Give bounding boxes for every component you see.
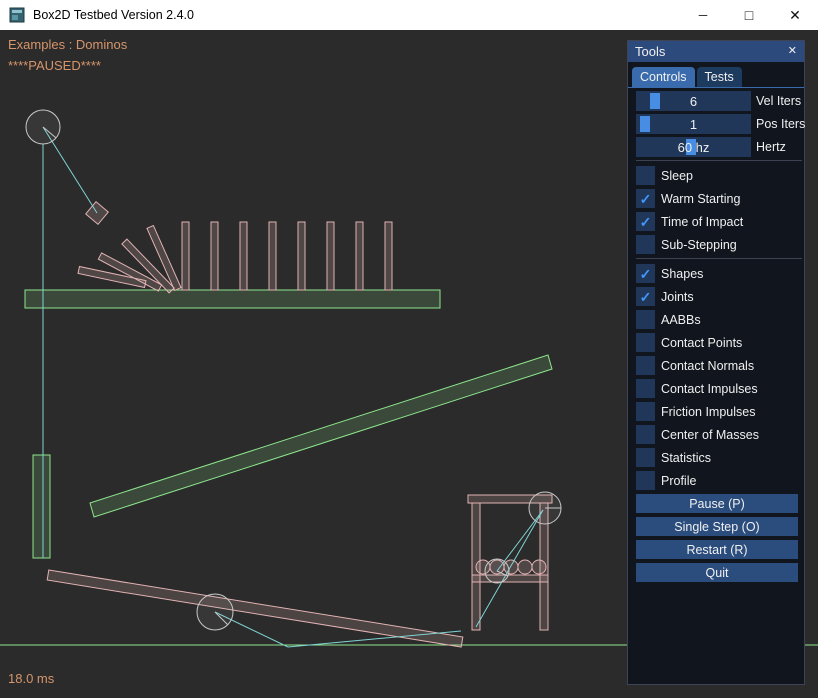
tab-bar: ControlsTests	[628, 62, 804, 88]
tools-panel-title: Tools	[635, 44, 665, 59]
checkbox-label: Profile	[661, 474, 696, 488]
tools-panel: Tools ✕ ControlsTests 6 Vel Iters 1 Pos Ite…	[627, 40, 805, 685]
check-icon: ✓	[640, 192, 652, 206]
close-icon[interactable]: ✕	[788, 46, 797, 57]
checkbox-shapes[interactable]: ✓	[636, 264, 655, 283]
checkbox-label: Statistics	[661, 451, 711, 465]
maximize-button[interactable]: □	[726, 0, 772, 30]
slider-pos-iters[interactable]: 1	[636, 114, 751, 134]
paused-label: ****PAUSED****	[8, 58, 101, 73]
app-icon	[9, 7, 25, 23]
checkbox-row: ✓ Joints	[636, 287, 802, 306]
checkbox-label: Friction Impulses	[661, 405, 755, 419]
panel-buttons: Pause (P) Single Step (O) Restart (R) Quit	[636, 494, 802, 582]
checkbox-time-of-impact[interactable]: ✓	[636, 212, 655, 231]
checkbox-row: ✓ Shapes	[636, 264, 802, 283]
checkbox-sleep[interactable]	[636, 166, 655, 185]
checkbox-row: Sleep	[636, 166, 802, 185]
slider-vel-iters[interactable]: 6	[636, 91, 751, 111]
separator	[636, 258, 802, 259]
frame-time-label: 18.0 ms	[8, 671, 54, 686]
slider-value: 6	[636, 91, 751, 111]
checkbox-row: Friction Impulses	[636, 402, 802, 421]
checkbox-row: Statistics	[636, 448, 802, 467]
checkbox-row: Center of Masses	[636, 425, 802, 444]
slider-hertz[interactable]: 60 hz	[636, 137, 751, 157]
checkbox-statistics[interactable]	[636, 448, 655, 467]
pause-p-button[interactable]: Pause (P)	[636, 494, 798, 513]
slider-value: 1	[636, 114, 751, 134]
checkbox-label: Joints	[661, 290, 694, 304]
checkbox-label: Shapes	[661, 267, 703, 281]
checkbox-label: Sub-Stepping	[661, 238, 737, 252]
checkbox-label: Center of Masses	[661, 428, 759, 442]
restart-r-button[interactable]: Restart (R)	[636, 540, 798, 559]
separator	[636, 160, 802, 161]
window-titlebar[interactable]: Box2D Testbed Version 2.4.0 ─ □ ✕	[0, 0, 818, 30]
checkbox-row: AABBs	[636, 310, 802, 329]
checkbox-contact-normals[interactable]	[636, 356, 655, 375]
checkbox-label: Contact Points	[661, 336, 742, 350]
checkbox-contact-points[interactable]	[636, 333, 655, 352]
checkbox-row: Contact Points	[636, 333, 802, 352]
checkbox-row: Profile	[636, 471, 802, 490]
checkbox-row: Contact Normals	[636, 356, 802, 375]
tools-panel-titlebar[interactable]: Tools ✕	[628, 41, 804, 62]
slider-row-hertz: 60 hz Hertz	[636, 137, 802, 157]
checkbox-label: Time of Impact	[661, 215, 743, 229]
checkbox-row: ✓ Time of Impact	[636, 212, 802, 231]
checkbox-aabbs[interactable]	[636, 310, 655, 329]
single-step-o-button[interactable]: Single Step (O)	[636, 517, 798, 536]
checkbox-warm-starting[interactable]: ✓	[636, 189, 655, 208]
checkbox-profile[interactable]	[636, 471, 655, 490]
window-controls: ─ □ ✕	[680, 0, 818, 30]
quit-button[interactable]: Quit	[636, 563, 798, 582]
check-icon: ✓	[640, 267, 652, 281]
tab-controls[interactable]: Controls	[632, 67, 695, 87]
slider-row-vel-iters: 6 Vel Iters	[636, 91, 802, 111]
window-title: Box2D Testbed Version 2.4.0	[33, 8, 194, 22]
slider-value: 60 hz	[636, 137, 751, 157]
checkbox-joints[interactable]: ✓	[636, 287, 655, 306]
checkbox-label: Sleep	[661, 169, 693, 183]
checkbox-label: Warm Starting	[661, 192, 740, 206]
tab-tests[interactable]: Tests	[697, 67, 742, 87]
example-label: Examples : Dominos	[8, 37, 127, 52]
checkbox-contact-impulses[interactable]	[636, 379, 655, 398]
minimize-button[interactable]: ─	[680, 0, 726, 30]
checkbox-friction-impulses[interactable]	[636, 402, 655, 421]
slider-label: Pos Iters	[756, 117, 805, 131]
close-button[interactable]: ✕	[772, 0, 818, 30]
checkbox-center-of-masses[interactable]	[636, 425, 655, 444]
check-icon: ✓	[640, 290, 652, 304]
tools-panel-content: 6 Vel Iters 1 Pos Iters 60 hz Hertz Sleep ✓ Warm…	[628, 88, 804, 582]
checkbox-row: Sub-Stepping	[636, 235, 802, 254]
slider-row-pos-iters: 1 Pos Iters	[636, 114, 802, 134]
checkbox-sub-stepping[interactable]	[636, 235, 655, 254]
checkbox-row: ✓ Warm Starting	[636, 189, 802, 208]
slider-label: Hertz	[756, 140, 786, 154]
check-icon: ✓	[640, 215, 652, 229]
slider-label: Vel Iters	[756, 94, 801, 108]
checkbox-label: AABBs	[661, 313, 701, 327]
checkbox-label: Contact Normals	[661, 359, 754, 373]
checkbox-label: Contact Impulses	[661, 382, 758, 396]
checkbox-row: Contact Impulses	[636, 379, 802, 398]
